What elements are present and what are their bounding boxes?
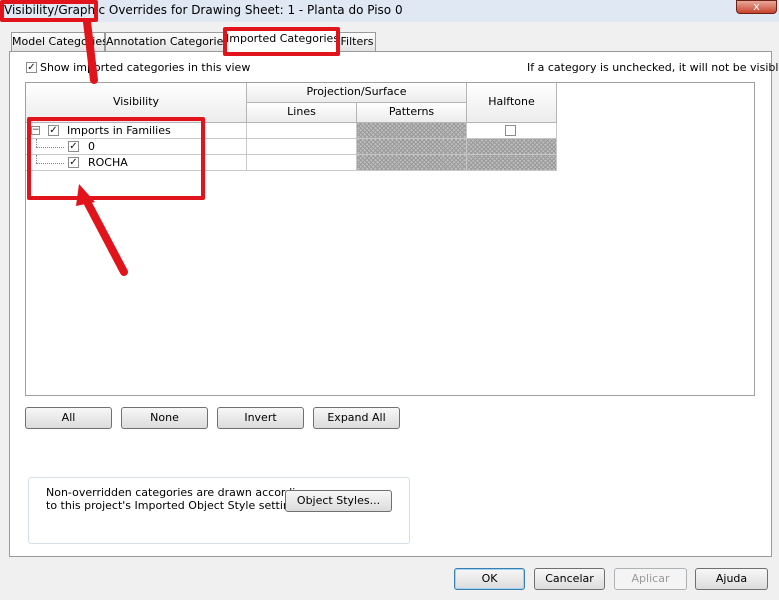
tree-line xyxy=(36,163,64,164)
halftone-cell xyxy=(467,155,557,171)
row-checkbox[interactable]: ✓ xyxy=(68,141,79,152)
invert-button[interactable]: Invert xyxy=(217,407,304,429)
lines-cell[interactable] xyxy=(247,123,357,139)
tab-imported-categories[interactable]: Imported Categories xyxy=(225,29,339,52)
halftone-checkbox[interactable] xyxy=(505,125,516,136)
show-imported-label: Show imported categories in this view xyxy=(40,61,251,74)
help-button[interactable]: Ajuda xyxy=(695,568,768,590)
halftone-cell[interactable] xyxy=(467,123,557,139)
table-row[interactable]: ✓ ROCHA xyxy=(26,155,247,171)
halftone-header[interactable]: Halftone xyxy=(467,83,557,123)
row-checkbox[interactable]: ✓ xyxy=(48,125,59,136)
visibility-header[interactable]: Visibility xyxy=(26,83,247,123)
patterns-cell xyxy=(357,123,467,139)
lines-header[interactable]: Lines xyxy=(247,103,357,123)
tab-filters[interactable]: Filters xyxy=(338,32,376,51)
lines-cell[interactable] xyxy=(247,155,357,171)
show-imported-checkbox[interactable]: ✓ xyxy=(26,62,37,73)
tab-annotation-categories[interactable]: Annotation Categories xyxy=(105,32,229,51)
window-title: Visibility/Graphic Overrides for Drawing… xyxy=(4,3,403,17)
cancel-button[interactable]: Cancelar xyxy=(534,568,605,590)
tab-model-categories[interactable]: Model Categories xyxy=(11,32,108,51)
patterns-header[interactable]: Patterns xyxy=(357,103,467,123)
row-checkbox[interactable]: ✓ xyxy=(68,157,79,168)
tree-line xyxy=(36,155,37,163)
row-label: ROCHA xyxy=(88,156,128,169)
halftone-cell xyxy=(467,139,557,155)
tree-line xyxy=(36,147,64,148)
table-row[interactable]: ✓ 0 xyxy=(26,139,247,155)
patterns-cell xyxy=(357,139,467,155)
row-label: Imports in Families xyxy=(67,124,171,137)
title-bar: Visibility/Graphic Overrides for Drawing… xyxy=(0,0,779,22)
apply-button[interactable]: Aplicar xyxy=(614,568,687,590)
close-button[interactable]: x xyxy=(736,0,777,14)
ok-button[interactable]: OK xyxy=(454,568,525,590)
tree-expander-icon[interactable]: − xyxy=(31,126,40,135)
visibility-hint: If a category is unchecked, it will not … xyxy=(527,61,779,74)
category-grid: Visibility Projection/Surface Lines Patt… xyxy=(25,82,755,396)
none-button[interactable]: None xyxy=(121,407,208,429)
row-label: 0 xyxy=(88,140,95,153)
patterns-cell xyxy=(357,155,467,171)
note-line-2: to this project's Imported Object Style … xyxy=(46,499,307,512)
all-button[interactable]: All xyxy=(25,407,112,429)
expand-all-button[interactable]: Expand All xyxy=(313,407,400,429)
projection-surface-header: Projection/Surface xyxy=(247,83,467,103)
table-row[interactable]: − ✓ Imports in Families xyxy=(26,123,247,139)
object-styles-button[interactable]: Object Styles... xyxy=(285,490,392,512)
lines-cell[interactable] xyxy=(247,139,357,155)
tree-line xyxy=(36,139,37,147)
object-style-note: Non-overridden categories are drawn acco… xyxy=(28,477,410,544)
note-line-1: Non-overridden categories are drawn acco… xyxy=(46,486,310,499)
